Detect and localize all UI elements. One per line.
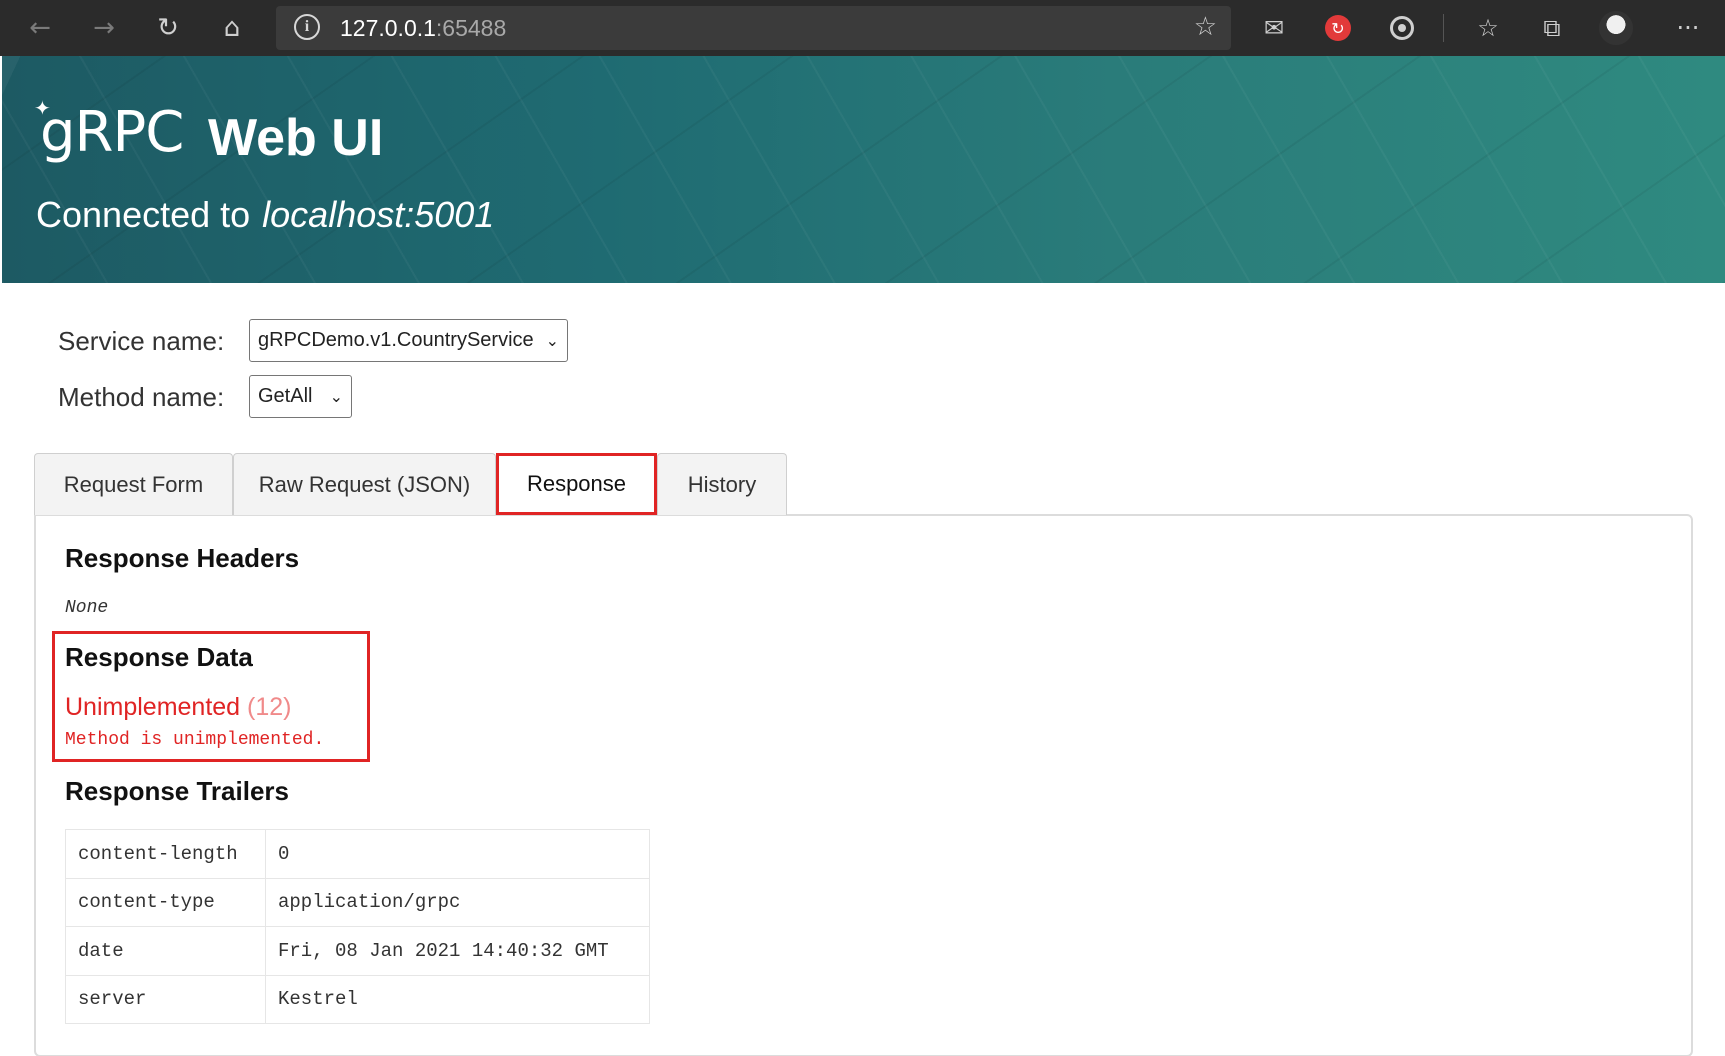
table-row: server Kestrel [65,974,650,1024]
response-headers-title: Response Headers [65,543,300,573]
response-headers-value: None [65,598,109,618]
browser-toolbar: ← → ↻ ⌂ i 127.0.0.1:65488 ☆ ✉ ↻ ☆ ⧉ ··· [0,0,1725,56]
address-bar[interactable]: i 127.0.0.1:65488 ☆ [276,6,1231,50]
header-banner: ✦ gRPC Web UI Connected to localhost:5001 [2,56,1725,283]
toolbar-divider [1443,14,1444,42]
method-name-select[interactable]: GetAll ⌄ [249,375,352,418]
favorite-star-icon[interactable]: ☆ [1194,12,1217,42]
trailer-key: date [65,926,266,976]
error-message: Method is unimplemented. [65,730,325,750]
tab-response[interactable]: Response [496,453,657,515]
table-row: date Fri, 08 Jan 2021 14:40:32 GMT [65,926,650,976]
refresh-icon[interactable]: ↻ [146,8,190,48]
error-status-text: Unimplemented [65,693,241,721]
spark-icon: ✦ [34,96,51,120]
url-port: :65488 [435,15,507,41]
connection-status: Connected to localhost:5001 [36,194,494,236]
service-name-label: Service name: [58,326,225,356]
extension-red-icon[interactable]: ↻ [1320,10,1356,46]
url-host: 127.0.0.1 [340,15,436,41]
connected-host: localhost:5001 [262,194,495,235]
tab-history[interactable]: History [657,453,787,515]
method-name-value: GetAll [258,385,313,407]
response-data-title: Response Data [65,642,253,672]
mail-icon[interactable]: ✉ [1256,10,1292,46]
page-title: Web UI [208,109,384,167]
service-name-select[interactable]: gRPCDemo.v1.CountryService ⌄ [249,319,568,362]
home-icon[interactable]: ⌂ [210,8,254,48]
table-row: content-type application/grpc [65,877,650,927]
table-row: content-length 0 [65,829,650,879]
url-text[interactable]: 127.0.0.1:65488 [340,15,506,42]
more-icon[interactable]: ··· [1670,10,1706,46]
tab-request-form[interactable]: Request Form [34,453,233,515]
error-status: Unimplemented (12) [65,693,292,722]
favorites-icon[interactable]: ☆ [1470,10,1506,46]
trailer-key: content-type [65,877,266,927]
collections-icon[interactable]: ⧉ [1534,10,1570,46]
service-name-value: gRPCDemo.v1.CountryService [258,329,534,351]
forward-icon[interactable]: → [82,8,126,48]
target-icon[interactable] [1384,10,1420,46]
trailers-table: content-length 0 content-type application/… [65,829,650,1024]
trailer-value: Kestrel [265,974,650,1024]
method-name-label: Method name: [58,382,225,412]
trailer-value: Fri, 08 Jan 2021 14:40:32 GMT [265,926,650,976]
logo-text: gRPC [40,100,184,165]
back-icon[interactable]: ← [18,8,62,48]
chevron-down-icon: ⌄ [329,387,343,406]
grpc-logo: ✦ gRPC [34,96,184,165]
profile-avatar[interactable] [1598,10,1634,46]
tab-raw-request[interactable]: Raw Request (JSON) [233,453,496,515]
trailer-key: server [65,974,266,1024]
chevron-down-icon: ⌄ [545,331,559,350]
trailer-key: content-length [65,829,266,879]
info-icon[interactable]: i [294,14,320,40]
trailer-value: 0 [265,829,650,879]
trailer-value: application/grpc [265,877,650,927]
connected-label: Connected to [36,194,251,235]
error-status-code: (12) [247,693,292,721]
response-trailers-title: Response Trailers [65,776,289,806]
